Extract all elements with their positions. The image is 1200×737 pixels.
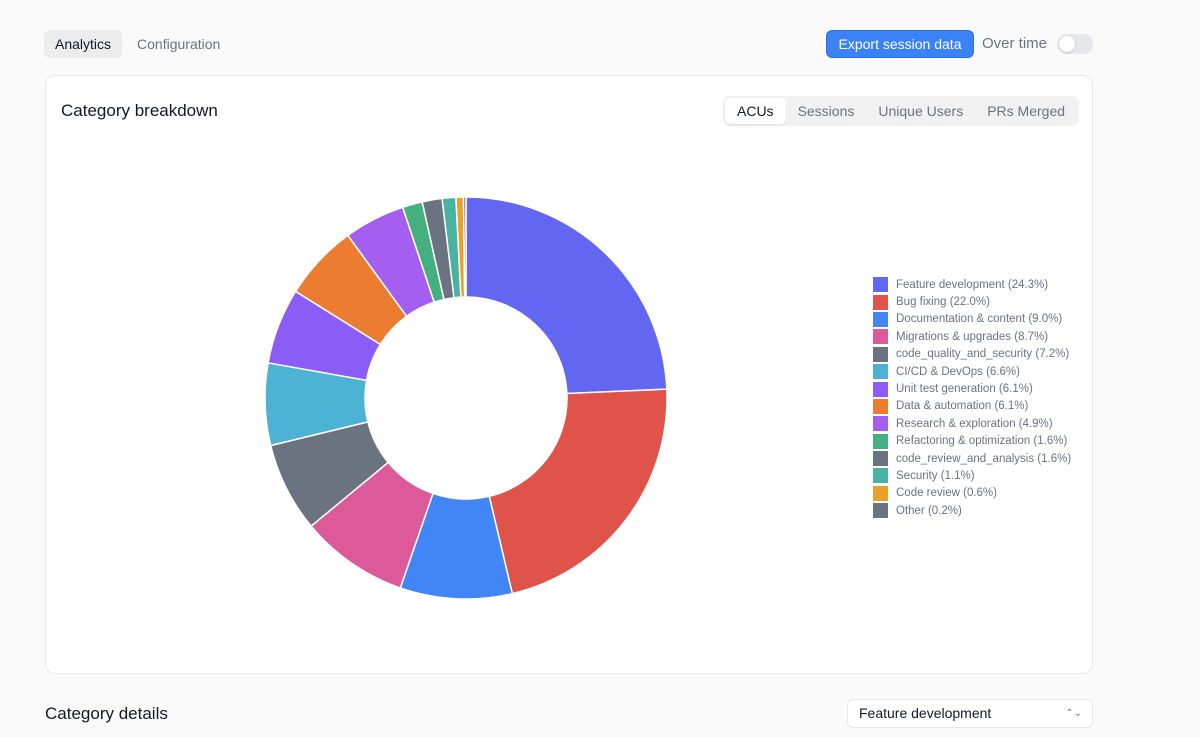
legend-label: Migrations & upgrades (8.7%) [896, 330, 1049, 343]
legend-swatch [873, 311, 888, 327]
legend-swatch [873, 503, 888, 519]
legend-item: Refactoring & optimization (1.6%) [873, 433, 1071, 450]
legend-label: Refactoring & optimization (1.6%) [896, 435, 1068, 448]
legend-swatch [873, 346, 888, 362]
legend-label: Unit test generation (6.1%) [896, 383, 1033, 396]
legend-swatch [873, 485, 888, 501]
over-time-label: Over time [982, 35, 1048, 52]
legend-swatch [873, 294, 888, 310]
legend-label: Bug fixing (22.0%) [896, 296, 990, 309]
legend-item: CI/CD & DevOps (6.6%) [873, 363, 1071, 380]
donut-slice-13[interactable] [462, 196, 467, 298]
legend-label: Security (1.1%) [896, 469, 975, 482]
legend-swatch [873, 416, 888, 432]
legend-swatch [873, 277, 888, 293]
legend-item: Migrations & upgrades (8.7%) [873, 328, 1071, 345]
donut-slice-1[interactable] [488, 388, 668, 595]
legend-label: Feature development (24.3%) [896, 278, 1049, 291]
category-select[interactable]: Feature development ⌃⌄ [847, 699, 1093, 728]
legend-label: Research & exploration (4.9%) [896, 417, 1053, 430]
legend-item: Bug fixing (22.0%) [873, 293, 1071, 310]
over-time-toggle[interactable] [1057, 34, 1093, 54]
legend-swatch [873, 398, 888, 414]
legend-label: CI/CD & DevOps (6.6%) [896, 365, 1020, 378]
toggle-knob [1059, 36, 1075, 52]
chart-legend: Feature development (24.3%) Bug fixing (2… [873, 276, 1071, 519]
legend-label: code_quality_and_security (7.2%) [896, 348, 1070, 361]
legend-item: Research & exploration (4.9%) [873, 415, 1071, 432]
tab-analytics[interactable]: Analytics [44, 30, 123, 58]
legend-swatch [873, 364, 888, 380]
legend-label: Data & automation (6.1%) [896, 400, 1029, 413]
tab-configuration[interactable]: Configuration [126, 30, 231, 58]
view-tabs: Analytics Configuration [44, 30, 231, 58]
legend-swatch [873, 451, 888, 467]
category-select-value: Feature development [859, 705, 992, 721]
legend-item: Other (0.2%) [873, 502, 1071, 519]
legend-item: Data & automation (6.1%) [873, 398, 1071, 415]
legend-item: Documentation & content (9.0%) [873, 311, 1071, 328]
legend-label: Code review (0.6%) [896, 487, 997, 500]
export-session-data-button[interactable]: Export session data [826, 30, 974, 58]
legend-item: code_review_and_analysis (1.6%) [873, 450, 1071, 467]
legend-label: Other (0.2%) [896, 504, 962, 517]
donut-slice-0[interactable] [465, 196, 668, 395]
legend-label: code_review_and_analysis (1.6%) [896, 452, 1072, 465]
legend-swatch [873, 468, 888, 484]
legend-item: Feature development (24.3%) [873, 276, 1071, 293]
category-details-title: Category details [45, 704, 168, 723]
legend-item: code_quality_and_security (7.2%) [873, 346, 1071, 363]
legend-item: Unit test generation (6.1%) [873, 380, 1071, 397]
legend-swatch [873, 381, 888, 397]
legend-item: Security (1.1%) [873, 467, 1071, 484]
category-breakdown-card: Category breakdown ACUs Sessions Unique … [45, 75, 1093, 674]
chevron-up-down-icon: ⌃⌄ [1065, 708, 1082, 719]
legend-item: Code review (0.6%) [873, 485, 1071, 502]
legend-swatch [873, 433, 888, 449]
legend-swatch [873, 329, 888, 345]
legend-label: Documentation & content (9.0%) [896, 313, 1063, 326]
